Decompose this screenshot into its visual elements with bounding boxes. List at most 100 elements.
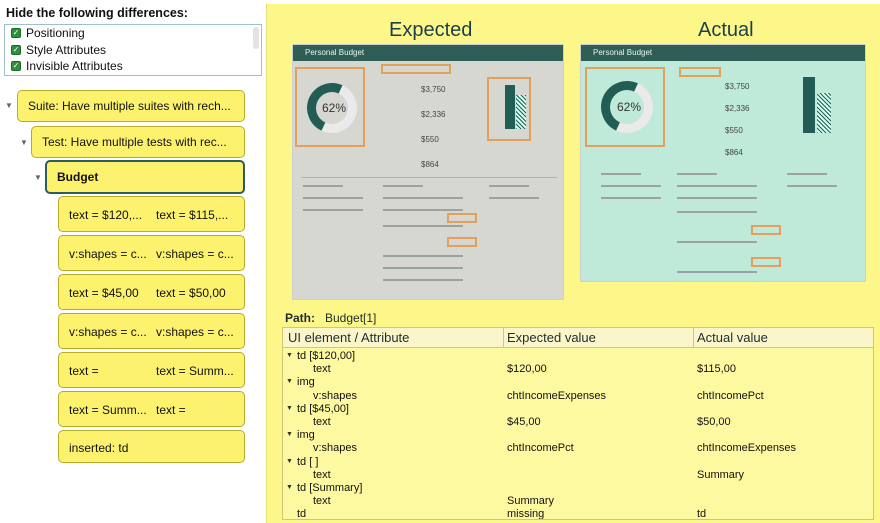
- collapse-triangle-icon[interactable]: ▼: [34, 173, 42, 182]
- leaf-expected: v:shapes = c...: [69, 325, 147, 339]
- filter-style-attributes[interactable]: ✓ Style Attributes: [5, 42, 261, 59]
- tree-node-suite[interactable]: Suite: Have multiple suites with rech...: [17, 90, 245, 122]
- filters-title: Hide the following differences:: [6, 6, 188, 20]
- filter-scrollbar[interactable]: [253, 27, 259, 49]
- row-element-name: v:shapes: [313, 442, 358, 455]
- thumb-pct: 62%: [322, 101, 347, 115]
- row-element-name: td [ ]: [297, 455, 319, 468]
- row-expected-value: chtIncomeExpenses: [507, 389, 607, 402]
- bar-mark: [803, 77, 815, 133]
- row-expected-value: missing: [507, 508, 545, 520]
- row-actual-value: chtIncomePct: [697, 389, 764, 402]
- row-element-name: text: [313, 363, 331, 376]
- row-actual-value: $50,00: [697, 416, 731, 428]
- checkbox-checked-icon[interactable]: ✓: [11, 28, 21, 39]
- expand-triangle-icon[interactable]: ▼: [286, 405, 293, 412]
- row-actual-value: Summary: [697, 468, 745, 481]
- tree-leaf[interactable]: text = Summ... text =: [58, 391, 245, 427]
- table-line: [601, 185, 661, 187]
- table-row[interactable]: ▼ td [$120,00]: [283, 350, 873, 363]
- tree-leaf[interactable]: text = $120,... text = $115,...: [58, 196, 245, 232]
- leaf-actual: v:shapes = c...: [156, 247, 234, 261]
- tree-node-label: Test: Have multiple tests with rec...: [42, 135, 227, 149]
- table-row[interactable]: text $120,00 $115,00: [283, 363, 873, 376]
- collapse-triangle-icon[interactable]: ▼: [20, 138, 28, 147]
- table-line: [383, 255, 463, 257]
- table-line: [601, 197, 661, 199]
- table-row[interactable]: text Summary: [283, 495, 873, 508]
- tree-node-test[interactable]: Test: Have multiple tests with rec...: [31, 126, 245, 158]
- thumb-pct: 62%: [617, 100, 642, 114]
- row-element-name: td [$120,00]: [297, 350, 356, 362]
- leaf-expected: inserted: td: [69, 441, 129, 455]
- column-header-actual[interactable]: Actual value: [697, 330, 768, 345]
- tree-leaf-inserted[interactable]: inserted: td: [58, 430, 245, 463]
- thumb-amount: $550: [421, 135, 439, 144]
- table-row[interactable]: ▼ img: [283, 429, 873, 442]
- table-row[interactable]: text $45,00 $50,00: [283, 416, 873, 429]
- row-actual-value: td: [697, 508, 707, 520]
- leaf-expected: text = $45,00: [69, 286, 139, 300]
- table-row[interactable]: ▼ td [$45,00]: [283, 403, 873, 416]
- table-line: [601, 173, 641, 175]
- table-row[interactable]: ▼ img: [283, 376, 873, 389]
- row-element-name: td [$45,00]: [297, 402, 349, 415]
- expand-triangle-icon[interactable]: ▼: [286, 378, 293, 385]
- thumb-title: Personal Budget: [581, 45, 865, 61]
- tree-leaf[interactable]: text = $45,00 text = $50,00: [58, 274, 245, 310]
- table-line: [787, 173, 827, 175]
- table-line: [677, 271, 757, 273]
- table-line: [489, 197, 539, 199]
- table-row[interactable]: v:shapes chtIncomeExpenses chtIncomePct: [283, 390, 873, 403]
- checkbox-checked-icon[interactable]: ✓: [11, 44, 21, 55]
- expected-heading: Expected: [389, 19, 473, 41]
- tree-leaf[interactable]: v:shapes = c... v:shapes = c...: [58, 235, 245, 271]
- table-row[interactable]: v:shapes chtIncomePct chtIncomeExpenses: [283, 442, 873, 455]
- leaf-actual: text = Summ...: [156, 364, 234, 378]
- bar-mark: [817, 93, 831, 133]
- expand-triangle-icon[interactable]: ▼: [286, 431, 293, 438]
- table-line: [383, 209, 463, 211]
- row-expected-value: $120,00: [507, 363, 547, 376]
- row-element-name: text: [313, 468, 331, 481]
- filter-invisible-attributes[interactable]: ✓ Invisible Attributes: [5, 58, 261, 75]
- path-value: Budget[1]: [325, 311, 377, 325]
- leaf-expected: v:shapes = c...: [69, 247, 147, 261]
- leaf-expected: text = $120,...: [69, 208, 143, 222]
- collapse-triangle-icon[interactable]: ▼: [5, 101, 13, 110]
- filter-positioning[interactable]: ✓ Positioning: [5, 25, 261, 42]
- tree-leaf[interactable]: text = text = Summ...: [58, 352, 245, 388]
- actual-screenshot[interactable]: Personal Budget 62% $3,750 $2,336 $550 $…: [580, 44, 866, 282]
- bar-mark: [505, 85, 515, 129]
- table-line: [787, 185, 837, 187]
- column-header-expected[interactable]: Expected value: [507, 330, 596, 345]
- row-expected-value: chtIncomePct: [507, 442, 574, 455]
- expand-triangle-icon[interactable]: ▼: [286, 484, 293, 491]
- filter-label: Style Attributes: [26, 42, 107, 57]
- expand-triangle-icon[interactable]: ▼: [286, 458, 293, 465]
- difference-marker: [447, 237, 477, 247]
- thumb-amount: $864: [421, 160, 439, 169]
- tree-node-budget-selected[interactable]: Budget: [45, 160, 245, 194]
- table-line: [383, 267, 463, 269]
- divider: [301, 177, 557, 178]
- difference-marker: [381, 64, 451, 74]
- tree-node-label: Budget: [57, 170, 99, 184]
- table-row[interactable]: ▼ td [Summary]: [283, 482, 873, 495]
- column-header-element[interactable]: UI element / Attribute: [288, 330, 409, 345]
- row-actual-value: $115,00: [697, 363, 736, 376]
- checkbox-checked-icon[interactable]: ✓: [11, 61, 21, 72]
- tree-leaf[interactable]: v:shapes = c... v:shapes = c...: [58, 313, 245, 349]
- expected-screenshot[interactable]: Personal Budget 62% $3,750 $2,336 $550 $…: [292, 44, 564, 300]
- table-line: [677, 197, 757, 199]
- table-line: [303, 185, 343, 187]
- table-line: [383, 197, 463, 199]
- table-row[interactable]: td missing td: [283, 508, 873, 520]
- table-line: [677, 241, 757, 243]
- difference-marker: [751, 257, 781, 267]
- thumb-amount: $864: [725, 148, 743, 157]
- table-row[interactable]: ▼ td [ ]: [283, 456, 873, 469]
- table-row[interactable]: text Summary: [283, 469, 873, 482]
- row-element-name: td: [297, 508, 307, 520]
- expand-triangle-icon[interactable]: ▼: [286, 352, 293, 359]
